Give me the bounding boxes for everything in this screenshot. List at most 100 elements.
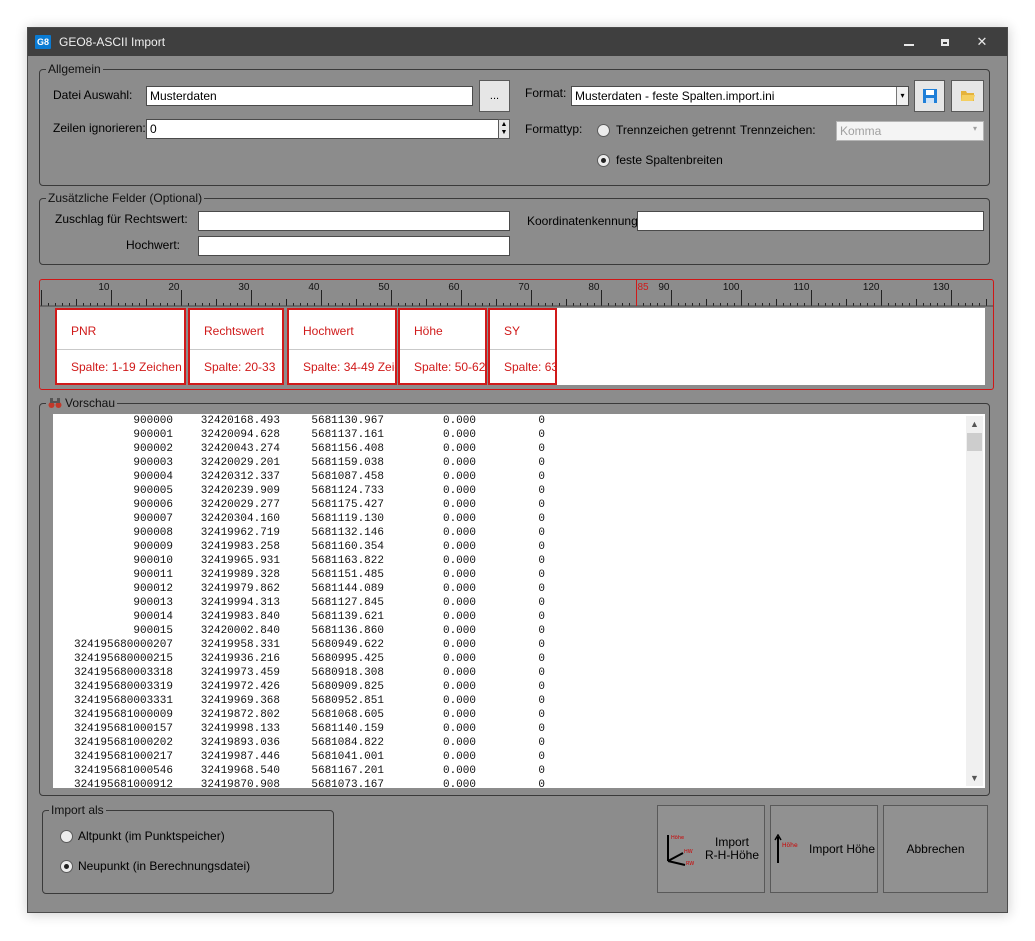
binoculars-icon (48, 398, 62, 408)
preview-cell: 0.000 (442, 625, 476, 637)
column-box[interactable]: Rechtswert Spalte: 20-33 (188, 308, 284, 385)
zeilen-stepper[interactable]: ▲ ▼ (498, 119, 510, 139)
datei-label: Datei Auswahl: (53, 88, 133, 102)
preview-cell: 900011 (133, 569, 173, 581)
radio-neupunkt[interactable] (60, 860, 73, 873)
preview-cell: 900001 (133, 429, 173, 441)
preview-cell: 0 (538, 583, 545, 595)
scroll-thumb[interactable] (967, 433, 982, 451)
preview-cell: 900002 (133, 443, 173, 455)
column-box[interactable]: PNR Spalte: 1-19 Zeichen (55, 308, 186, 385)
ruler-empty-area (557, 308, 985, 385)
column-divider (490, 349, 555, 350)
save-format-button[interactable] (914, 80, 945, 112)
preview-cell: 5681140.159 (311, 723, 384, 735)
column-ruler[interactable]: 10 20 30 40 50 60 70 80 85 90 100 110 120 130 PNR Spal… (39, 279, 994, 390)
preview-cell: 5681175.427 (311, 499, 384, 511)
column-divider (57, 349, 184, 350)
preview-cell: 900012 (133, 583, 173, 595)
column-divider (190, 349, 282, 350)
preview-cell: 0.000 (442, 653, 476, 665)
radio-feste-spalten[interactable] (597, 154, 610, 167)
preview-cell: 32420304.160 (200, 513, 280, 525)
ruler-label: 30 (238, 282, 250, 293)
preview-cell: 32419958.331 (200, 639, 280, 651)
column-box[interactable]: Höhe Spalte: 50-62 (398, 308, 487, 385)
hochwert-label: Hochwert: (126, 238, 181, 252)
preview-row: 900006 32420029.277 5681175.427 0.000 0 (53, 498, 985, 512)
maximize-button[interactable] (927, 28, 963, 56)
preview-cell: 32419994.313 (200, 597, 280, 609)
preview-row: 324195681000202 32419893.036 5681084.822 0.… (53, 736, 985, 750)
ruler-scale: 10 20 30 40 50 60 70 80 85 90 100 110 120 130 (40, 280, 993, 307)
preview-cell: 5681137.161 (311, 429, 384, 441)
preview-cell: 0.000 (442, 723, 476, 735)
chevron-down-icon[interactable]: ▾ (896, 87, 908, 105)
preview-row: 900011 32419989.328 5681151.485 0.000 0 (53, 568, 985, 582)
zeilen-input[interactable]: 0 (146, 119, 499, 139)
import-rh-hoehe-button[interactable]: Höhe HW RW Import R-H-Höhe (657, 805, 765, 893)
minimize-icon (904, 44, 914, 46)
preview-scrollbar[interactable]: ▲ ▼ (966, 416, 983, 786)
preview-cell: 900013 (133, 597, 173, 609)
preview-cell: 5680949.622 (311, 639, 384, 651)
preview-cell: 0.000 (442, 765, 476, 777)
preview-cell: 0 (538, 597, 545, 609)
preview-cell: 0 (538, 541, 545, 553)
column-name: Höhe (414, 324, 443, 338)
preview-cell: 0.000 (442, 569, 476, 581)
preview-cell: 5680909.825 (311, 681, 384, 693)
hochwert-input[interactable] (198, 236, 510, 256)
preview-cell: 0 (538, 555, 545, 567)
scroll-down-icon[interactable]: ▼ (966, 770, 983, 786)
zuschlag-input[interactable] (198, 211, 510, 231)
close-button[interactable]: ✕ (964, 28, 1000, 56)
preview-row: 324195680003318 32419973.459 5680918.308 0.… (53, 666, 985, 680)
preview-cell: 0 (538, 611, 545, 623)
preview-row: 900004 32420312.337 5681087.458 0.000 0 (53, 470, 985, 484)
svg-text:HW: HW (684, 849, 693, 855)
close-icon: ✕ (976, 34, 988, 49)
preview-row: 900008 32419962.719 5681132.146 0.000 0 (53, 526, 985, 540)
koordinatenkennung-input[interactable] (637, 211, 984, 231)
preview-cell: 0.000 (442, 471, 476, 483)
column-info: Spalte: 50-62 (414, 360, 486, 374)
preview-cell: 5681087.458 (311, 471, 384, 483)
preview-cell: 5681130.967 (311, 415, 384, 427)
preview-cell: 0 (538, 653, 545, 665)
preview-cell: 0.000 (442, 541, 476, 553)
import-hoehe-button[interactable]: Höhe Import Höhe (770, 805, 878, 893)
preview-cell: 5681073.167 (311, 779, 384, 788)
preview-list[interactable]: 900000 32420168.493 5681130.967 0.000 0 90000… (53, 414, 985, 788)
preview-cell: 0.000 (442, 429, 476, 441)
radio-altpunkt[interactable] (60, 830, 73, 843)
preview-cell: 5681139.621 (311, 611, 384, 623)
column-box[interactable]: SY Spalte: 63 (488, 308, 557, 385)
preview-cell: 32419983.840 (200, 611, 280, 623)
browse-button[interactable]: ... (479, 80, 510, 112)
abbrechen-button[interactable]: Abbrechen (883, 805, 988, 893)
datei-input[interactable]: Musterdaten (146, 86, 473, 106)
preview-cell: 32419989.328 (200, 569, 280, 581)
radio-trennzeichen-label: Trennzeichen getrennt (616, 123, 736, 137)
format-select[interactable]: Musterdaten - feste Spalten.import.ini (571, 86, 909, 106)
preview-cell: 32420029.201 (200, 457, 280, 469)
preview-row: 900010 32419965.931 5681163.822 0.000 0 (53, 554, 985, 568)
radio-trennzeichen-getrennt[interactable] (597, 124, 610, 137)
preview-cell: 0.000 (442, 513, 476, 525)
preview-cell: 0.000 (442, 457, 476, 469)
preview-cell: 0.000 (442, 583, 476, 595)
preview-cell: 0 (538, 625, 545, 637)
preview-row: 324195681000157 32419998.133 5681140.159 0.… (53, 722, 985, 736)
column-box[interactable]: Hochwert Spalte: 34-49 Zeichen (287, 308, 397, 385)
preview-cell: 324195680003319 (73, 681, 173, 693)
trennzeichen-select[interactable]: Komma (836, 121, 984, 141)
preview-cell: 0 (538, 485, 545, 497)
preview-cell: 32419972.426 (200, 681, 280, 693)
preview-cell: 32419998.133 (200, 723, 280, 735)
open-format-button[interactable] (951, 80, 984, 112)
zuschlag-label: Zuschlag für Rechtswert: (55, 212, 188, 226)
preview-row: 900003 32420029.201 5681159.038 0.000 0 (53, 456, 985, 470)
scroll-up-icon[interactable]: ▲ (966, 416, 983, 432)
minimize-button[interactable] (891, 28, 927, 56)
